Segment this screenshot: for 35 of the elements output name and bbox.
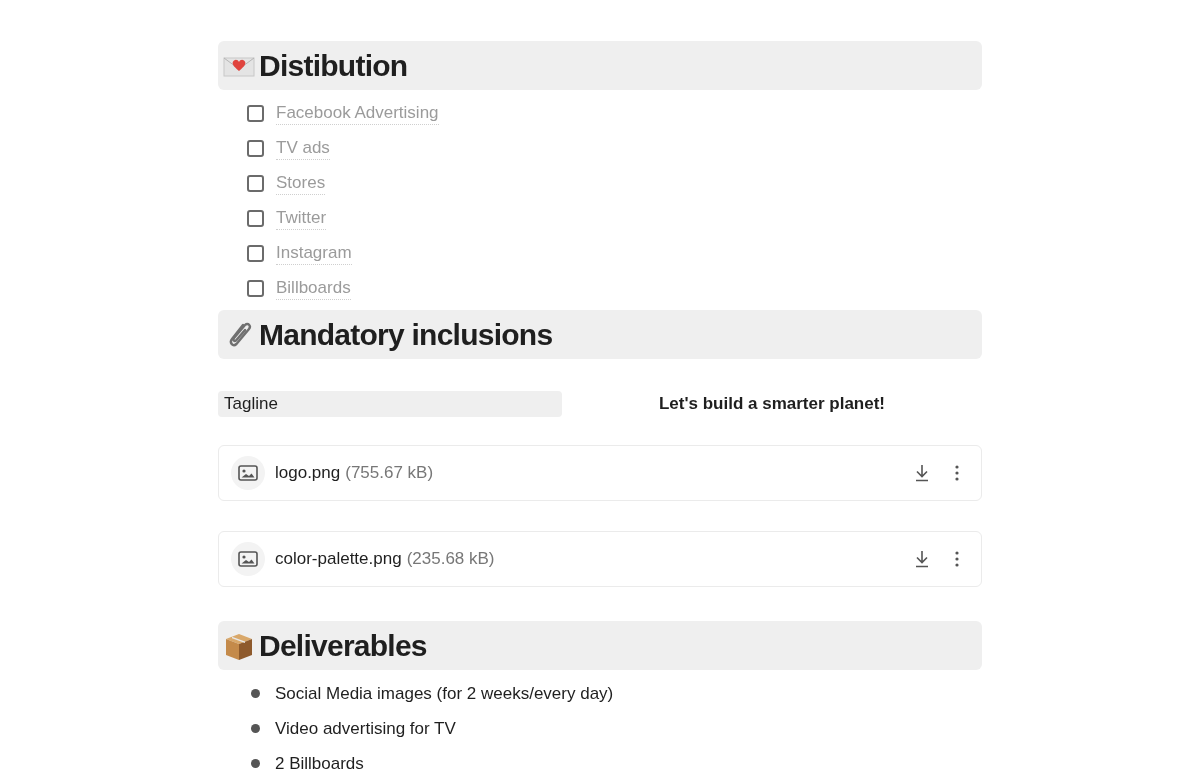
property-value: Let's build a smarter planet! xyxy=(657,393,886,416)
checklist-item-text: Instagram xyxy=(276,242,352,265)
checkbox[interactable] xyxy=(247,280,264,297)
bullet-text: Social Media images (for 2 weeks/every day) xyxy=(275,682,614,705)
download-icon xyxy=(914,464,930,482)
checklist-item-text: Billboards xyxy=(276,277,351,300)
bullet-text: Video advertising for TV xyxy=(275,717,456,740)
image-icon xyxy=(238,465,258,481)
file-attachment[interactable]: color-palette.png (235.68 kB) xyxy=(218,531,982,587)
checkbox[interactable] xyxy=(247,105,264,122)
checkbox[interactable] xyxy=(247,210,264,227)
download-icon xyxy=(914,550,930,568)
file-attachment[interactable]: logo.png (755.67 kB) xyxy=(218,445,982,501)
file-name: color-palette.png xyxy=(275,548,402,571)
heading-text: Deliverables xyxy=(259,628,427,664)
heading-text: Distibution xyxy=(259,48,408,84)
checklist-item-text: Twitter xyxy=(276,207,327,230)
checklist-item-text: TV ads xyxy=(276,137,330,160)
checkbox[interactable] xyxy=(247,245,264,262)
checklist-item-text: Facebook Advertising xyxy=(276,102,439,125)
heading-text: Mandatory inclusions xyxy=(259,317,553,353)
bullet-text: 2 Billboards xyxy=(275,752,364,775)
file-name: logo.png xyxy=(275,462,341,485)
checklist-item-text: Stores xyxy=(276,172,326,195)
file-size: (235.68 kB) xyxy=(406,548,495,571)
checkbox[interactable] xyxy=(247,140,264,157)
more-icon xyxy=(955,465,959,481)
bullet-icon xyxy=(251,724,260,733)
property-label: Tagline xyxy=(218,391,562,417)
more-icon xyxy=(955,551,959,567)
bullet-icon xyxy=(251,689,260,698)
image-icon xyxy=(238,551,258,567)
checkbox[interactable] xyxy=(247,175,264,192)
bullet-icon xyxy=(251,759,260,768)
file-size: (755.67 kB) xyxy=(345,462,434,485)
